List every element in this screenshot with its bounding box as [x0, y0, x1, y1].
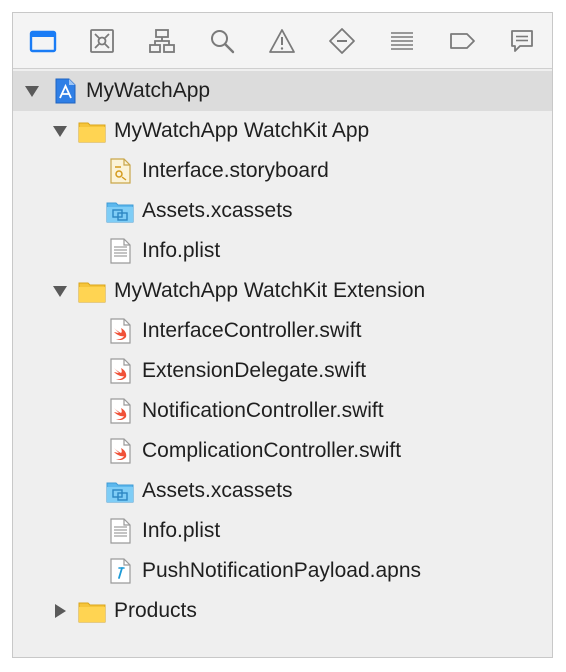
tree-label-file: ExtensionDelegate.swift	[142, 359, 367, 382]
folder-icon	[78, 117, 106, 145]
tree-row-file[interactable]: Info.plist	[13, 511, 552, 551]
disclosure-triangle-expanded-icon[interactable]	[51, 282, 69, 300]
tree-label-group: MyWatchApp WatchKit App	[114, 119, 370, 142]
search-icon[interactable]	[204, 23, 240, 59]
tree-label-file: Assets.xcassets	[142, 199, 293, 222]
tree-label-file: NotificationController.swift	[142, 399, 384, 422]
xcode-project-icon	[51, 77, 79, 105]
tree-label-file: PushNotificationPayload.apns	[142, 559, 422, 582]
tree-label-file: Info.plist	[142, 239, 221, 262]
tree-row-file[interactable]: PushNotificationPayload.apns	[13, 551, 552, 591]
swift-file-icon	[106, 397, 134, 425]
tree-label-file: ComplicationController.swift	[142, 439, 402, 462]
tree-label-group: Products	[114, 599, 197, 622]
asset-catalog-folder-icon	[106, 477, 134, 505]
tree-row-file[interactable]: NotificationController.swift	[13, 391, 552, 431]
tree-row-file[interactable]: Interface.storyboard	[13, 151, 552, 191]
tree-row-group-watchkit-app[interactable]: MyWatchApp WatchKit App	[13, 111, 552, 151]
tree-row-file[interactable]: ExtensionDelegate.swift	[13, 351, 552, 391]
swift-file-icon	[106, 357, 134, 385]
breakpoint-icon[interactable]	[324, 23, 360, 59]
navigator-toolbar	[13, 13, 552, 69]
tree-row-group-products[interactable]: Products	[13, 591, 552, 631]
tag-icon[interactable]	[444, 23, 480, 59]
tree-label-group: MyWatchApp WatchKit Extension	[114, 279, 426, 302]
source-control-icon[interactable]	[84, 23, 120, 59]
hierarchy-icon[interactable]	[144, 23, 180, 59]
tree-row-group-watchkit-extension[interactable]: MyWatchApp WatchKit Extension	[13, 271, 552, 311]
comment-icon[interactable]	[504, 23, 540, 59]
folder-icon	[78, 597, 106, 625]
tree-label-file: Assets.xcassets	[142, 479, 293, 502]
tree-row-file[interactable]: Info.plist	[13, 231, 552, 271]
storyboard-file-icon	[106, 157, 134, 185]
list-icon[interactable]	[384, 23, 420, 59]
swift-file-icon	[106, 437, 134, 465]
folder-icon	[78, 277, 106, 305]
tree-row-file[interactable]: ComplicationController.swift	[13, 431, 552, 471]
plist-file-icon	[106, 237, 134, 265]
swift-file-icon	[106, 317, 134, 345]
tree-row-file[interactable]: Assets.xcassets	[13, 191, 552, 231]
tree-label-file: Info.plist	[142, 519, 221, 542]
folder-icon[interactable]	[25, 23, 61, 59]
project-navigator: MyWatchApp MyWatchApp WatchKit App Inter…	[12, 12, 553, 658]
apns-file-icon	[106, 557, 134, 585]
tree-label-file: Interface.storyboard	[142, 159, 329, 182]
plist-file-icon	[106, 517, 134, 545]
disclosure-triangle-collapsed-icon[interactable]	[51, 602, 69, 620]
warning-icon[interactable]	[264, 23, 300, 59]
tree-label-file: InterfaceController.swift	[142, 319, 362, 342]
tree-row-file[interactable]: InterfaceController.swift	[13, 311, 552, 351]
asset-catalog-folder-icon	[106, 197, 134, 225]
tree-label-root: MyWatchApp	[86, 79, 211, 102]
disclosure-triangle-expanded-icon[interactable]	[51, 122, 69, 140]
disclosure-triangle-expanded-icon[interactable]	[23, 82, 41, 100]
tree-row-file[interactable]: Assets.xcassets	[13, 471, 552, 511]
tree-row-root[interactable]: MyWatchApp	[13, 71, 552, 111]
